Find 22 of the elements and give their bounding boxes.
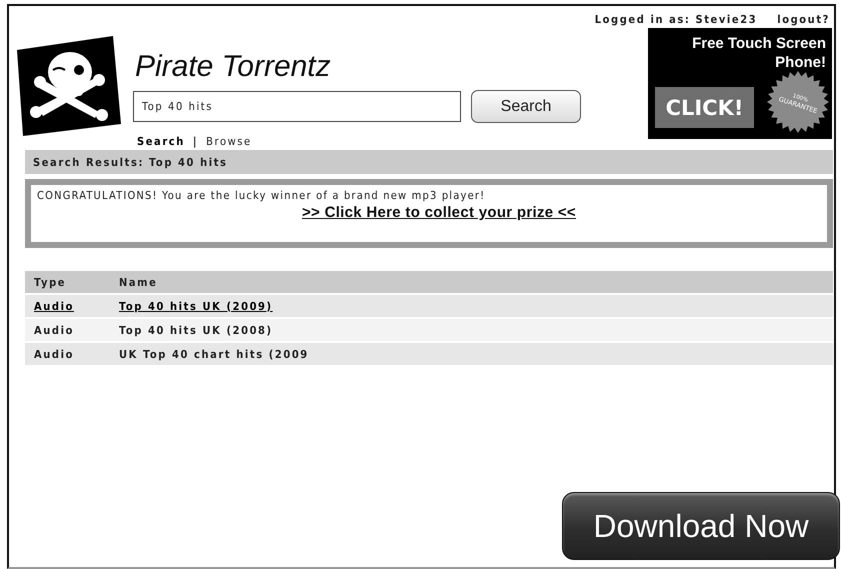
column-header: Type — [25, 271, 110, 293]
results-heading: Search Results: Top 40 hits — [25, 150, 833, 174]
logged-in-label: Logged in as: Stevie23 — [594, 13, 758, 28]
search-button[interactable]: Search — [471, 90, 581, 123]
nav-link[interactable]: Search — [137, 135, 185, 148]
click-label: CLICK! — [655, 87, 754, 128]
logout-link[interactable]: logout? — [777, 13, 830, 28]
prize-link[interactable]: >> Click Here to collect your prize << — [302, 204, 576, 221]
column-header: Name — [110, 271, 833, 293]
download-now-button[interactable]: Download Now — [562, 492, 840, 560]
name-cell: Top 40 hits UK (2008) — [119, 324, 273, 336]
advert-headline: Free Touch Screen Phone! — [691, 34, 827, 72]
prize-message: CONGRATULATIONS! You are the lucky winner of a brand new mp3 player! — [37, 189, 486, 202]
type-cell: Audio — [34, 348, 74, 360]
nav-separator: | — [192, 135, 198, 148]
site-title: Pirate Torrentz — [135, 49, 332, 85]
type-cell: Audio — [34, 324, 74, 336]
type-cell: Audio — [34, 300, 74, 312]
name-cell: UK Top 40 chart hits (2009 — [119, 348, 309, 360]
search-field[interactable]: Top 40 hits — [133, 91, 461, 122]
nav-link[interactable]: Browse — [206, 135, 252, 148]
name-cell: Top 40 hits UK (2009) — [119, 300, 273, 312]
